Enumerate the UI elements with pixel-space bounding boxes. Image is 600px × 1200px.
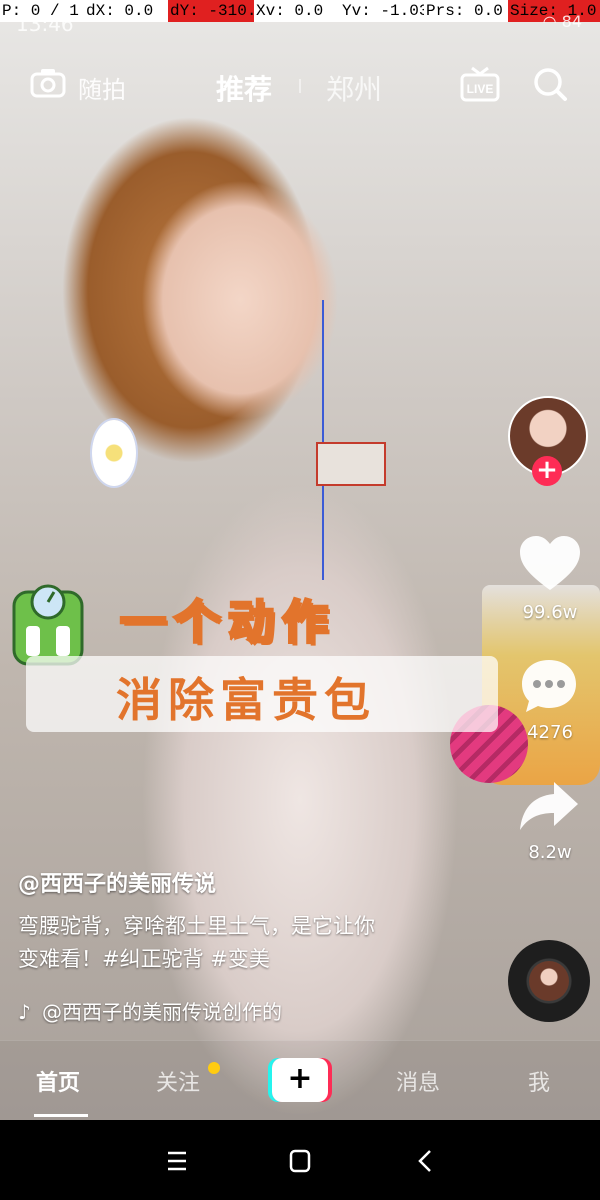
status-icons: ◠ 84 xyxy=(543,12,582,31)
debug-yv: Yv: -1.032 xyxy=(342,2,424,20)
battery-level: 84 xyxy=(561,12,582,31)
follow-plus-button[interactable]: + xyxy=(532,456,562,486)
comment-count: 4276 xyxy=(527,722,573,743)
description-line-2[interactable]: 变难看！#纠正驼背 #变美 xyxy=(18,943,458,976)
debug-prs: Prs: 0.0 xyxy=(426,2,503,20)
post-description: 弯腰驼背，穿啥都土里土气，是它让你 变难看！#纠正驼背 #变美 xyxy=(18,910,458,976)
author-name[interactable]: @西西子的美丽传说 xyxy=(18,866,216,898)
phone-screen: P: 0 / 1 dX: 0.0 dY: -310.0 Xv: 0.0 Yv: … xyxy=(0,0,600,1200)
live-label: LIVE xyxy=(467,82,494,96)
quick-shot-label[interactable]: 随拍 xyxy=(78,70,126,105)
like-count: 99.6w xyxy=(522,602,578,623)
sticker-line-1: 一个动作 xyxy=(119,594,336,651)
active-tab-indicator xyxy=(34,1114,88,1117)
following-badge-dot xyxy=(208,1062,220,1074)
music-disc[interactable] xyxy=(508,940,590,1022)
tab-messages[interactable]: 消息 xyxy=(396,1065,440,1097)
system-nav-bar xyxy=(0,1120,600,1200)
debug-xv: Xv: 0.0 xyxy=(256,2,324,20)
music-disc-cover xyxy=(529,961,569,1001)
debug-dx: dX: 0.0 xyxy=(86,2,154,20)
status-time: 13:46 xyxy=(16,12,74,36)
comment-count-wrap: 4276 xyxy=(510,722,590,743)
wifi-icon: ◠ xyxy=(542,12,557,31)
music-info[interactable]: ♪ @西西子的美丽传说创作的 xyxy=(18,996,328,1024)
create-post-button[interactable]: + xyxy=(268,1058,332,1102)
home-square-icon[interactable] xyxy=(285,1148,315,1174)
flower-earring xyxy=(92,420,136,486)
debug-dy: dY: -310.0 xyxy=(168,0,254,22)
back-icon[interactable] xyxy=(410,1148,440,1174)
top-nav: 随拍 推荐 郑州 LIVE xyxy=(0,60,600,110)
sticker-line-2: 消除富贵包 xyxy=(116,673,376,727)
share-count: 8.2w xyxy=(528,842,572,863)
search-icon[interactable] xyxy=(532,66,568,102)
tab-divider xyxy=(299,79,301,93)
menu-icon[interactable] xyxy=(162,1148,192,1174)
music-title: @西西子的美丽传说创作的 xyxy=(42,1000,282,1024)
debug-line xyxy=(322,300,324,580)
debug-overlay: P: 0 / 1 dX: 0.0 dY: -310.0 Xv: 0.0 Yv: … xyxy=(0,0,600,22)
tab-home[interactable]: 首页 xyxy=(36,1065,80,1097)
tab-recommend[interactable]: 推荐 xyxy=(216,68,272,108)
camera-icon[interactable] xyxy=(30,68,66,98)
tab-city[interactable]: 郑州 xyxy=(326,68,382,108)
tab-me[interactable]: 我 xyxy=(528,1065,550,1097)
tab-following[interactable]: 关注 xyxy=(156,1065,200,1097)
like-count-wrap: 99.6w xyxy=(510,602,590,623)
weighing-scale-icon xyxy=(12,584,84,666)
comment-icon[interactable] xyxy=(518,656,580,716)
share-count-wrap: 8.2w xyxy=(510,842,590,863)
music-note-icon: ♪ xyxy=(18,1000,31,1024)
live-icon[interactable]: LIVE xyxy=(460,64,500,102)
heart-icon[interactable] xyxy=(518,534,582,592)
plus-icon: + xyxy=(272,1058,328,1102)
share-icon[interactable] xyxy=(518,780,580,832)
description-line-1: 弯腰驼背，穿啥都土里土气，是它让你 xyxy=(18,914,375,938)
creator-avatar[interactable]: + xyxy=(508,396,588,486)
wall-fixture xyxy=(316,442,386,486)
